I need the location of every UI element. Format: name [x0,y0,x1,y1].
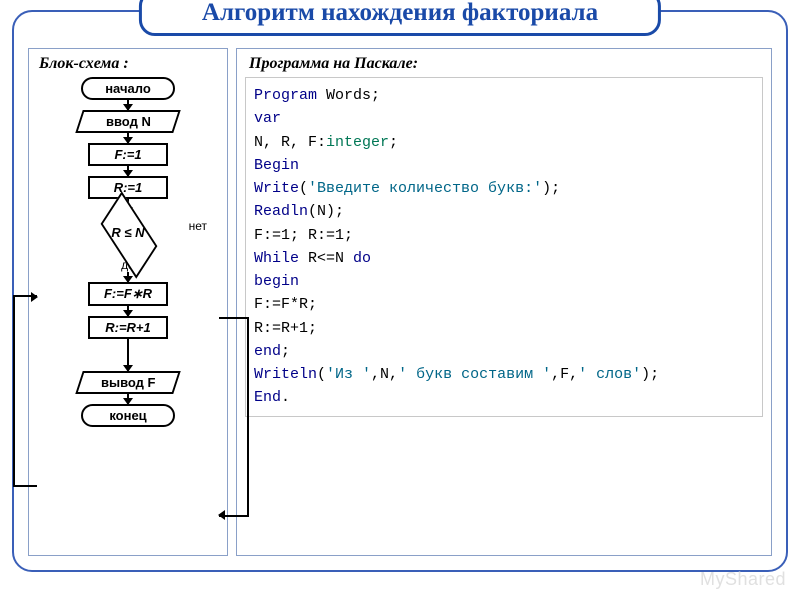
kw: Begin [254,157,299,174]
txt: ,F, [551,366,578,383]
loop-back-line [13,295,37,487]
code-line: end; [254,340,754,363]
txt: ( [317,366,326,383]
arrow-icon [127,306,129,316]
code-line: Write('Введите количество букв:'); [254,177,754,200]
kw: Program [254,87,317,104]
code-line: While R<=N do [254,247,754,270]
code-line: End. [254,386,754,409]
code-line: Program Words; [254,84,754,107]
fc-end: конец [81,404,175,427]
code-line: begin [254,270,754,293]
fc-proc-4: R:=R+1 [88,316,168,339]
str: ' слов' [578,366,641,383]
fc-input-label: ввод N [106,114,151,129]
kw: End [254,389,281,406]
slide-frame: Алгоритм нахождения факториала Блок-схем… [12,10,788,572]
fc-output: вывод F [75,371,180,394]
code-block: Program Words; var N, R, F:integer; Begi… [245,77,763,417]
code-line: var [254,107,754,130]
fc-proc-3: F:=F∗R [88,282,168,306]
code-line: F:=F*R; [254,293,754,316]
type: integer [326,134,389,151]
code-line: Readln(N); [254,200,754,223]
kw: While [254,250,299,267]
arrow-icon [127,272,129,282]
code-line: Writeln('Из ',N,' букв составим ',F,' сл… [254,363,754,386]
txt: ( [299,180,308,197]
arrow-icon [127,394,129,404]
txt: R:=R+1; [254,320,317,337]
fc-proc-1: F:=1 [88,143,168,166]
flowchart: начало ввод N F:=1 R:=1 R ≤ N нет да F:=… [35,77,221,427]
txt: ; [389,134,398,151]
code-line: Begin [254,154,754,177]
txt: . [281,389,290,406]
txt: Words; [317,87,380,104]
txt: F:=F*R; [254,296,317,313]
code-title: Программа на Паскале: [245,55,763,77]
code-line: N, R, F:integer; [254,131,754,154]
kw: Readln [254,203,308,220]
fc-output-label: вывод F [101,375,156,390]
kw: Writeln [254,366,317,383]
str: 'Введите количество букв:' [308,180,542,197]
flowchart-panel: Блок-схема : начало ввод N F:=1 R:=1 R ≤… [28,48,228,556]
fc-input: ввод N [75,110,180,133]
kw: Write [254,180,299,197]
content-columns: Блок-схема : начало ввод N F:=1 R:=1 R ≤… [28,48,772,556]
kw: do [353,250,371,267]
slide-title: Алгоритм нахождения факториала [139,0,661,36]
code-line: R:=R+1; [254,317,754,340]
kw: end [254,343,281,360]
watermark: MyShared [700,569,786,590]
txt: ); [641,366,659,383]
txt: R<=N [299,250,353,267]
txt: ); [542,180,560,197]
str: ' букв составим ' [398,366,551,383]
str: 'Из ' [326,366,371,383]
loop-exit-line [219,317,249,517]
arrow-icon [127,339,129,371]
txt: (N); [308,203,344,220]
fc-start: начало [81,77,175,100]
code-line: F:=1; R:=1; [254,224,754,247]
fc-decision: R ≤ N нет [83,213,173,257]
txt: ; [281,343,290,360]
fc-decision-label: R ≤ N [83,225,173,240]
arrow-icon [127,100,129,110]
kw: var [254,110,281,127]
arrow-icon [127,133,129,143]
txt: N, R, F: [254,134,326,151]
txt: F:=1; R:=1; [254,227,353,244]
fc-proc-2: R:=1 [88,176,168,199]
code-panel: Программа на Паскале: Program Words; var… [236,48,772,556]
arrow-icon [127,166,129,176]
txt: ,N, [371,366,398,383]
kw: begin [254,273,299,290]
fc-no-label: нет [189,219,207,233]
flowchart-title: Блок-схема : [35,55,221,77]
